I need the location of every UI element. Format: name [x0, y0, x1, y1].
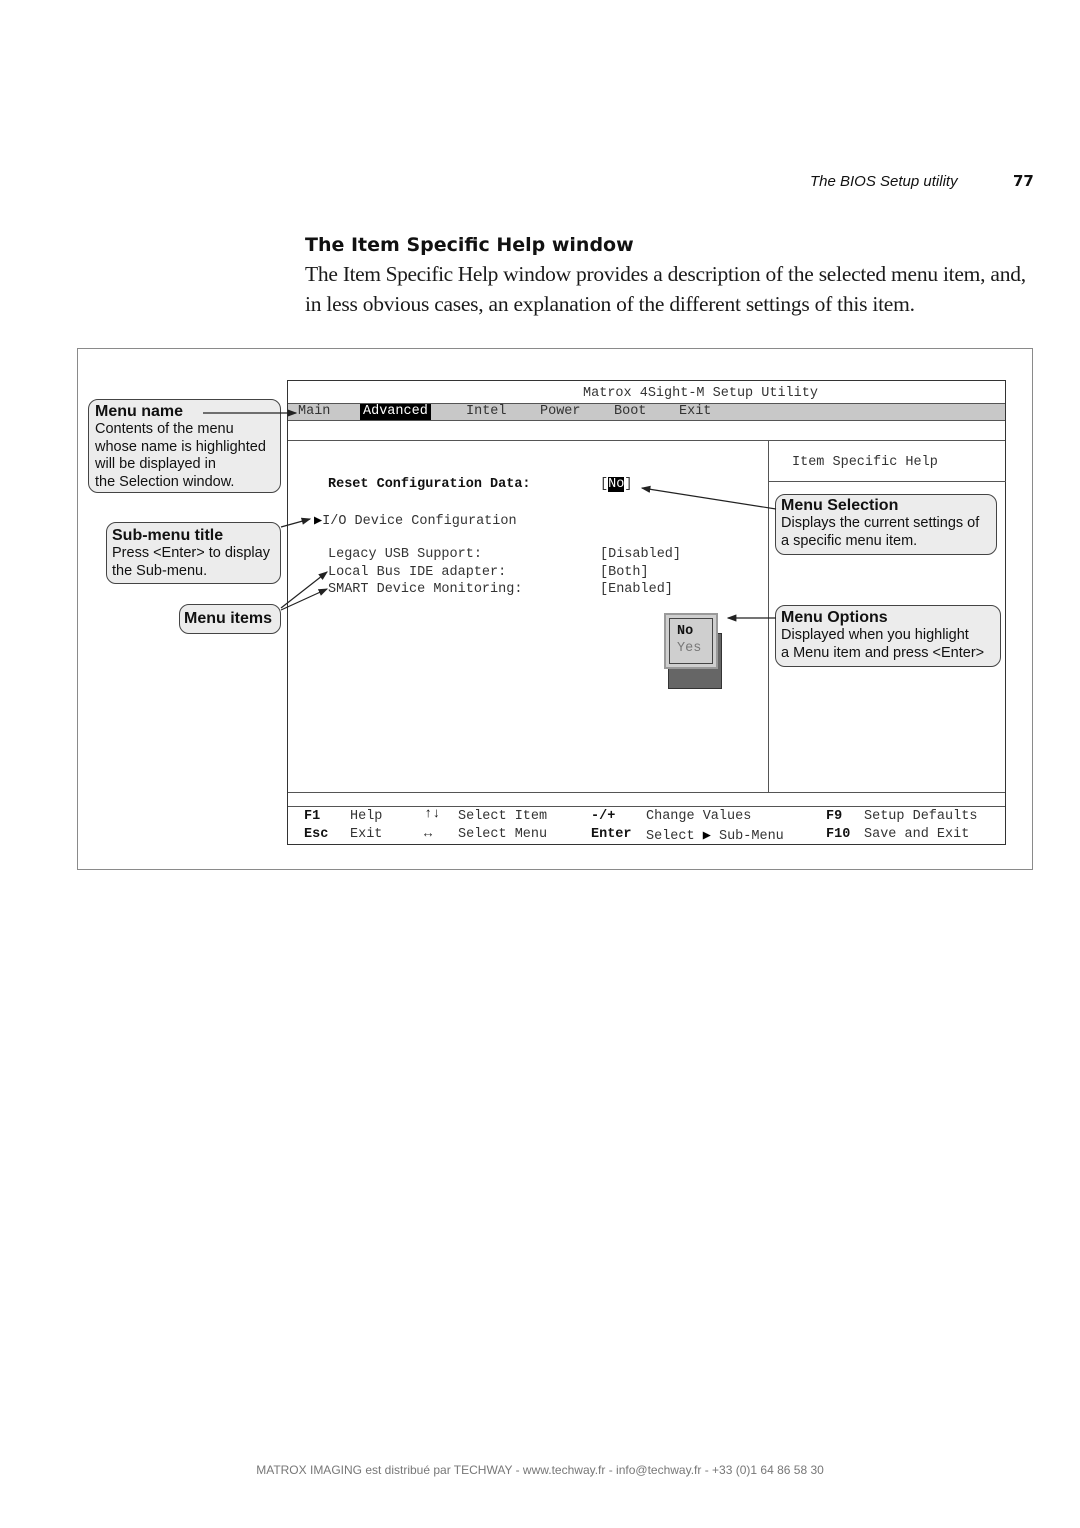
arrow-submenu-title	[280, 517, 312, 528]
arrow-menu-items-1	[280, 571, 328, 609]
page-footer: MATROX IMAGING est distribué par TECHWAY…	[256, 1463, 824, 1477]
arrow-menu-items-2	[280, 588, 329, 611]
arrow-menu-selection	[640, 485, 777, 510]
callout-leader-arrows	[203, 409, 777, 622]
